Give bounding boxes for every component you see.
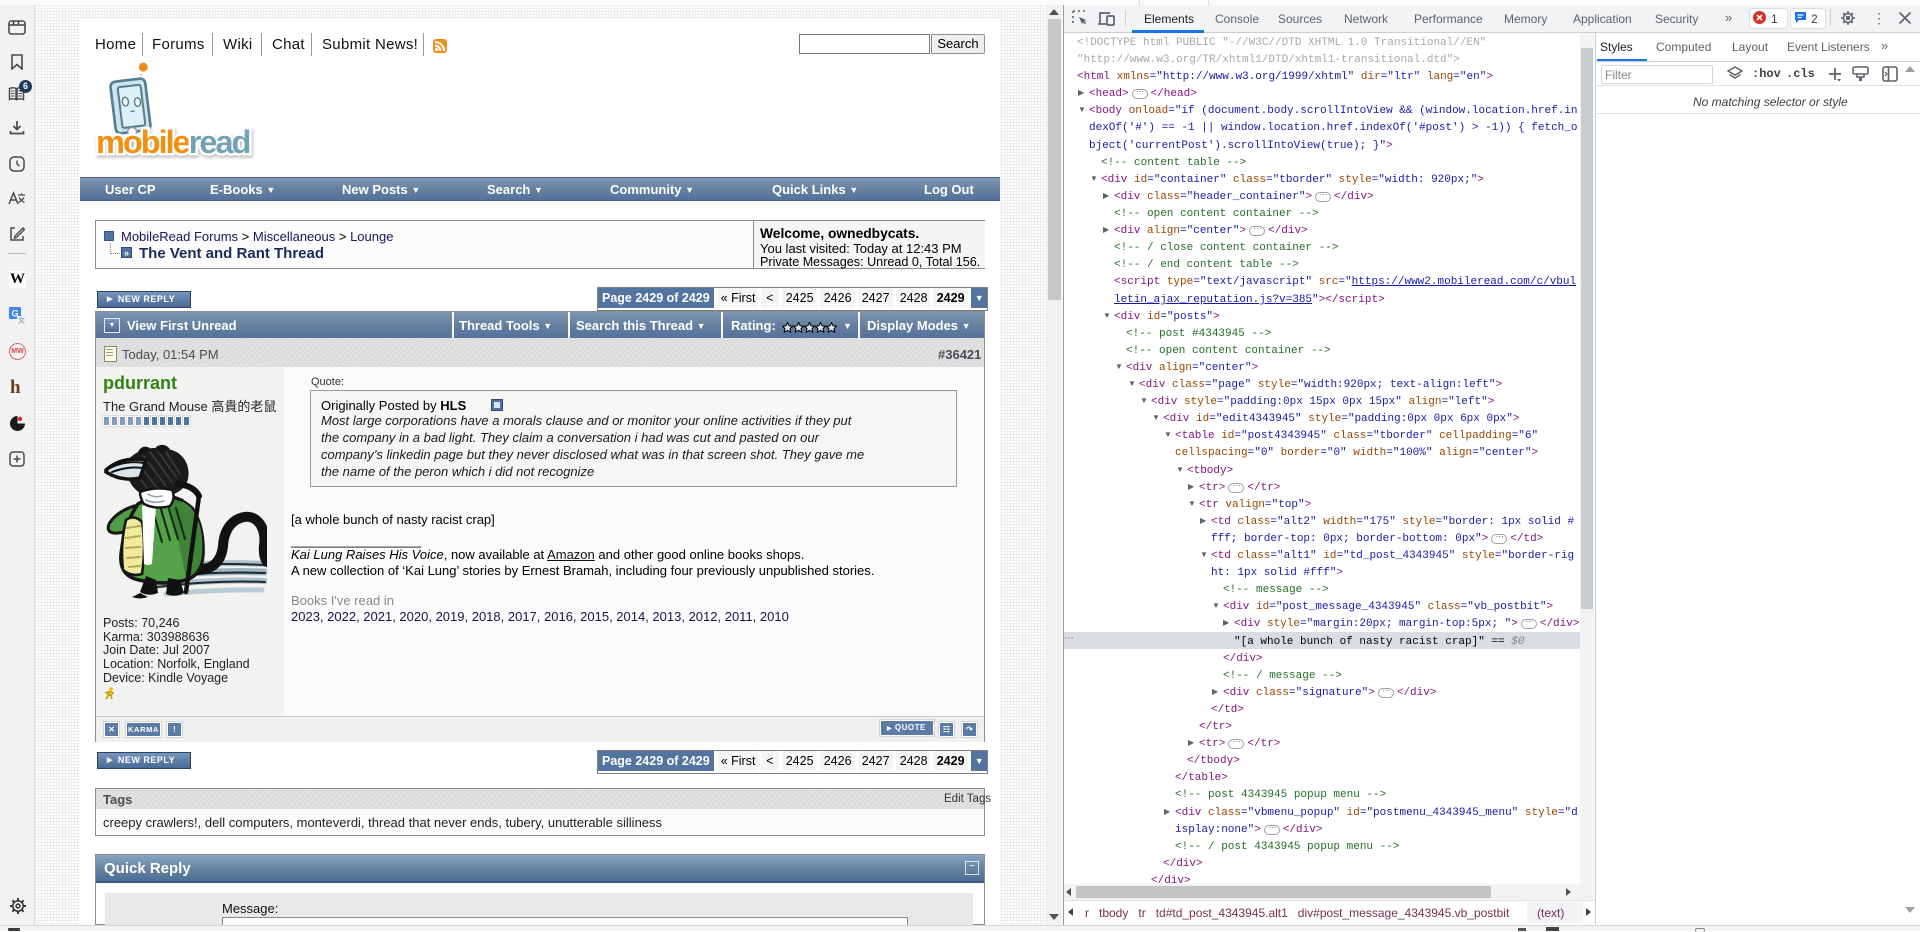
svg-text:文: 文 bbox=[18, 316, 25, 325]
svg-text:mobileread: mobileread bbox=[96, 124, 250, 160]
